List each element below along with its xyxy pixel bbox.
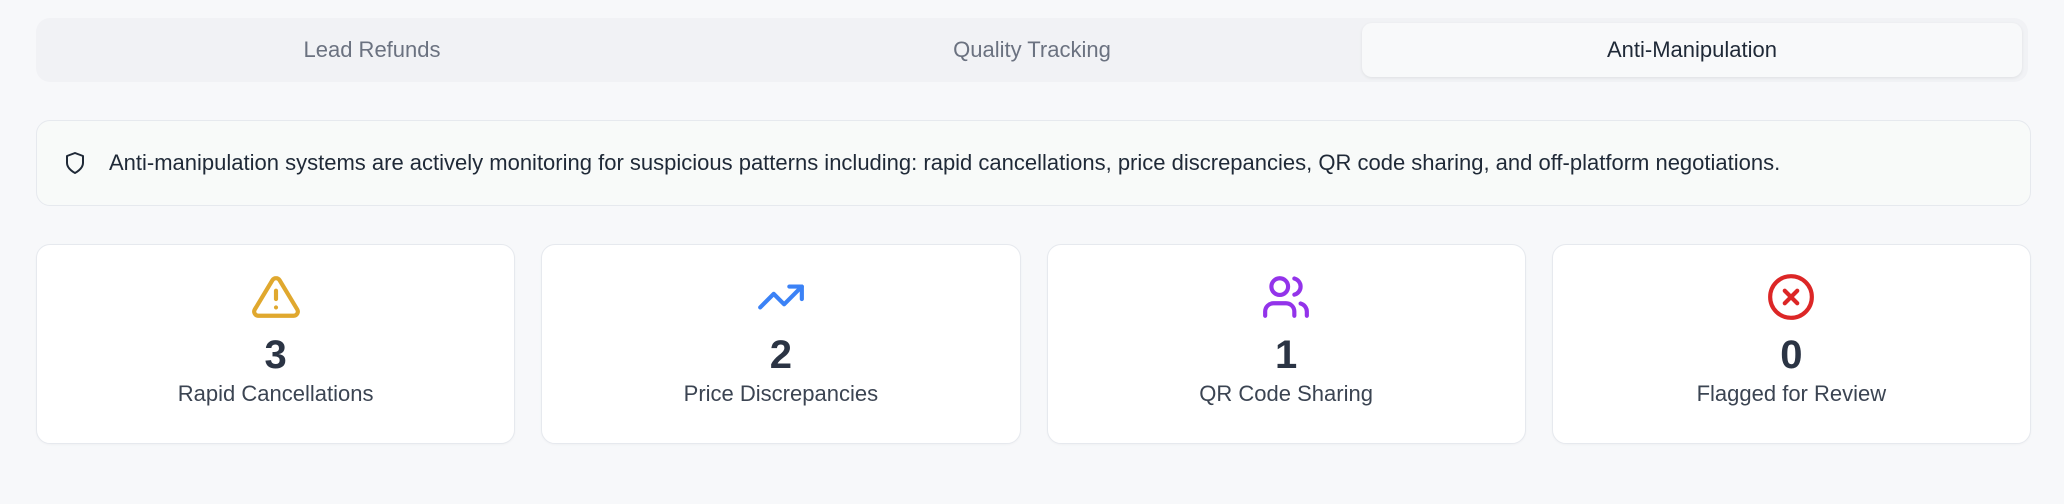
- stat-label: Flagged for Review: [1696, 381, 1887, 406]
- stat-label: Rapid Cancellations: [177, 381, 374, 406]
- stat-value: 3: [264, 333, 287, 377]
- stat-card-price-discrepancies: 2 Price Discrepancies: [541, 244, 1021, 444]
- warning-triangle-icon: [250, 271, 302, 323]
- users-icon: [1260, 271, 1312, 323]
- stat-card-flagged-for-review: 0 Flagged for Review: [1551, 244, 2031, 444]
- tab-quality-tracking[interactable]: Quality Tracking: [702, 23, 1362, 77]
- stat-label: Price Discrepancies: [683, 381, 879, 406]
- tab-lead-refunds[interactable]: Lead Refunds: [42, 23, 702, 77]
- stats-grid: 3 Rapid Cancellations 2 Price Discrepanc…: [36, 244, 2031, 444]
- alert-text: Anti-manipulation systems are actively m…: [109, 150, 1781, 175]
- shield-icon: [63, 151, 87, 175]
- stat-value: 2: [769, 333, 792, 377]
- trending-up-icon: [755, 271, 807, 323]
- tab-bar: Lead Refunds Quality Tracking Anti-Manip…: [36, 18, 2028, 82]
- x-circle-icon: [1765, 271, 1817, 323]
- stat-label: QR Code Sharing: [1199, 381, 1373, 406]
- stat-value: 0: [1780, 333, 1803, 377]
- stat-card-rapid-cancellations: 3 Rapid Cancellations: [36, 244, 516, 444]
- monitoring-alert: Anti-manipulation systems are actively m…: [36, 120, 2031, 206]
- stat-card-qr-code-sharing: 1 QR Code Sharing: [1046, 244, 1526, 444]
- tab-anti-manipulation[interactable]: Anti-Manipulation: [1362, 23, 2022, 77]
- stat-value: 1: [1275, 333, 1298, 377]
